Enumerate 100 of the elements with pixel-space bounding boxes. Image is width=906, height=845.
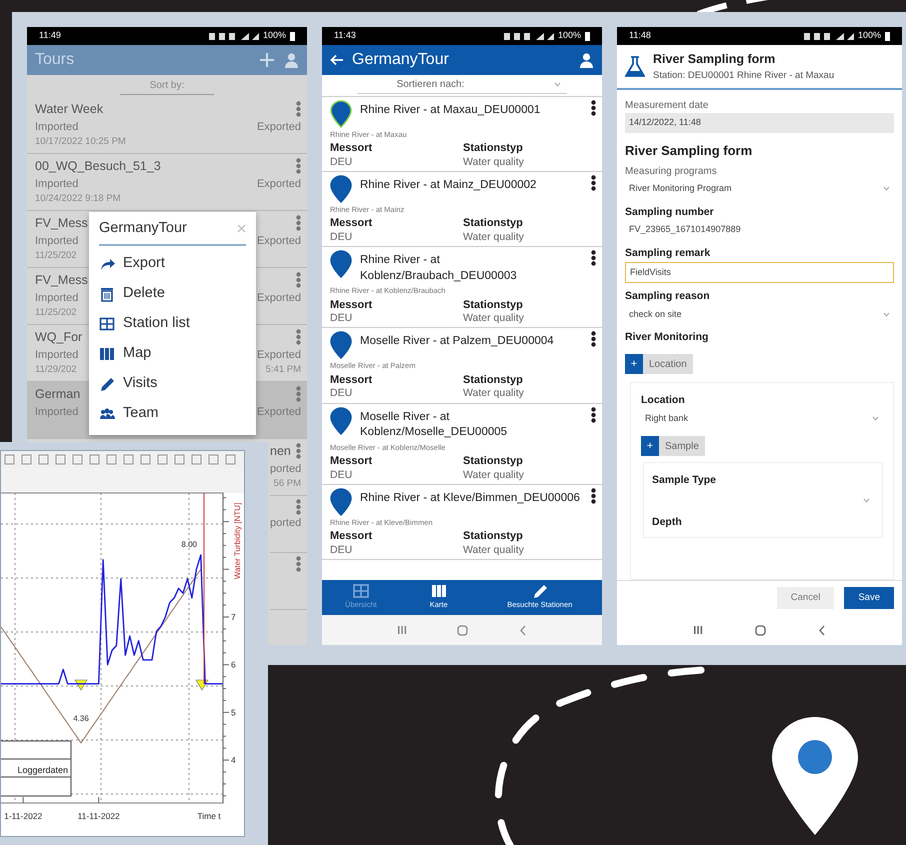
- tour-date: 11/25/202: [35, 249, 77, 264]
- dropdown-field[interactable]: Right bank: [641, 408, 883, 428]
- import-status: Imported: [35, 120, 78, 135]
- field-label: Stationstyp: [463, 530, 524, 544]
- recent-apps-icon[interactable]: [397, 625, 408, 635]
- station-title: Rhine River - at Maxau_DEU00001: [359, 103, 542, 118]
- field-label: Sampling remark: [625, 246, 712, 261]
- home-icon[interactable]: [755, 624, 766, 636]
- menu-item[interactable]: Delete: [99, 278, 246, 309]
- form-title: River Sampling form: [653, 51, 776, 68]
- menu-item[interactable]: Map: [99, 338, 246, 369]
- field-label: Messort: [330, 454, 374, 469]
- more-options-icon[interactable]: [591, 175, 596, 192]
- people-icon: [99, 406, 115, 422]
- recent-apps-icon[interactable]: [693, 625, 703, 635]
- tour-row[interactable]: 00_WQ_Besuch_51_3 Imported Exported 10/24/2022 9:18 PM: [27, 154, 307, 211]
- location-pin-icon: [770, 715, 860, 837]
- field-value: Water quality: [463, 544, 525, 557]
- pencil-icon: [99, 376, 115, 392]
- tour-name: 00_WQ_Besuch_51_3: [35, 158, 161, 175]
- field-label: Measurement date: [625, 99, 710, 113]
- tour-date: 11/29/202: [35, 363, 77, 378]
- status-icons: [208, 32, 259, 40]
- battery-level: 100%: [858, 29, 881, 42]
- save-button[interactable]: Save: [844, 586, 894, 609]
- field-label: Messort: [330, 530, 374, 544]
- export-status: Exported: [256, 234, 301, 249]
- more-options-icon[interactable]: [591, 100, 596, 116]
- export-status: Exported: [256, 120, 301, 135]
- field-label: Location: [641, 393, 686, 408]
- field-value: Water quality: [463, 387, 525, 401]
- add-button[interactable]: + Location: [625, 354, 894, 374]
- back-icon[interactable]: [518, 624, 527, 636]
- dropdown-field[interactable]: check on site: [625, 304, 894, 324]
- axis-label: Time t: [197, 811, 221, 821]
- tour-row[interactable]: Water Week Imported Exported 10/17/2022 10:25 PM: [27, 97, 307, 154]
- back-icon[interactable]: [818, 624, 826, 636]
- caret-icon: [883, 312, 890, 317]
- close-icon[interactable]: [237, 224, 246, 234]
- import-status: Imported: [35, 176, 78, 192]
- more-options-icon[interactable]: [591, 250, 596, 266]
- tour-name: Water Week: [35, 101, 104, 118]
- import-status: Imported: [35, 348, 78, 363]
- tour-date: 11/25/202: [35, 306, 77, 320]
- field-label: Sampling reason: [625, 289, 711, 304]
- dropdown-field[interactable]: River Monitoring Program: [625, 179, 894, 198]
- caret-icon: [872, 416, 879, 421]
- more-options-icon[interactable]: [591, 406, 596, 423]
- field-label: Messort: [330, 374, 374, 388]
- field-label: Depth: [652, 515, 683, 530]
- grid-icon: [99, 316, 115, 332]
- more-options-icon[interactable]: [591, 331, 596, 348]
- export-status: Exported: [256, 176, 301, 192]
- status-time: 11:48: [629, 29, 651, 42]
- tour-row[interactable]: nen ported 56 PM: [270, 439, 307, 496]
- add-icon[interactable]: [260, 53, 274, 67]
- tour-name: nen: [270, 443, 291, 460]
- tour-name: FV_Mess: [35, 215, 88, 232]
- input-field[interactable]: FieldVisits: [625, 262, 894, 283]
- more-options-icon[interactable]: [591, 488, 596, 504]
- trash-icon: [99, 286, 115, 302]
- sort-dropdown[interactable]: Sortieren nach:: [356, 77, 568, 94]
- field-label: Stationstyp: [463, 217, 524, 232]
- map-icon: [430, 584, 447, 598]
- menu-item[interactable]: Export: [99, 248, 246, 279]
- user-icon[interactable]: [579, 52, 594, 68]
- field-label: Messort: [330, 298, 374, 312]
- station-title: Moselle River - at Palzem_DEU00004: [359, 334, 555, 350]
- tick-label: 6: [231, 660, 236, 670]
- status-time: 11:49: [39, 29, 61, 42]
- field-label: Stationstyp: [463, 454, 524, 469]
- back-arrow-icon[interactable]: [330, 54, 344, 66]
- text-field[interactable]: FV_23965_1671014907889: [625, 220, 894, 240]
- battery-icon: [585, 32, 590, 40]
- field-value: DEU: [330, 156, 354, 170]
- triangle-marker: [74, 680, 88, 691]
- tour-date: 10/17/2022 10:25 PM: [35, 135, 126, 150]
- home-icon[interactable]: [457, 624, 468, 636]
- field-value: Water quality: [463, 468, 525, 482]
- toolbar[interactable]: [1, 451, 244, 468]
- axis-label: Water Turbidity [NTU]: [233, 502, 242, 580]
- status-time: 11:43: [334, 29, 356, 42]
- export-status: ported: [270, 516, 302, 531]
- menu-item[interactable]: Station list: [99, 308, 246, 339]
- tour-name: FV_Mess: [35, 272, 88, 289]
- station-subtitle: Station: DEU00001 Rhine River - at Maxau: [653, 68, 834, 83]
- field-label: Sample Type: [652, 473, 717, 488]
- section-heading: River Monitoring: [625, 330, 710, 346]
- field-label: Measuring programs: [625, 165, 718, 179]
- field-label: Stationstyp: [463, 142, 524, 156]
- status-icons: [504, 32, 554, 40]
- tick-label: 7: [231, 612, 236, 622]
- menu-item[interactable]: Team: [99, 398, 246, 429]
- cancel-button[interactable]: Cancel: [776, 586, 834, 609]
- legend-label: Loggerdaten: [17, 765, 68, 775]
- field-value: DEU: [330, 312, 354, 326]
- date-field[interactable]: 14/12/2022, 11:48: [625, 113, 894, 132]
- field-label: Stationstyp: [463, 374, 524, 388]
- menu-item[interactable]: Visits: [99, 368, 246, 399]
- menu-title: GermanyTour: [99, 219, 187, 238]
